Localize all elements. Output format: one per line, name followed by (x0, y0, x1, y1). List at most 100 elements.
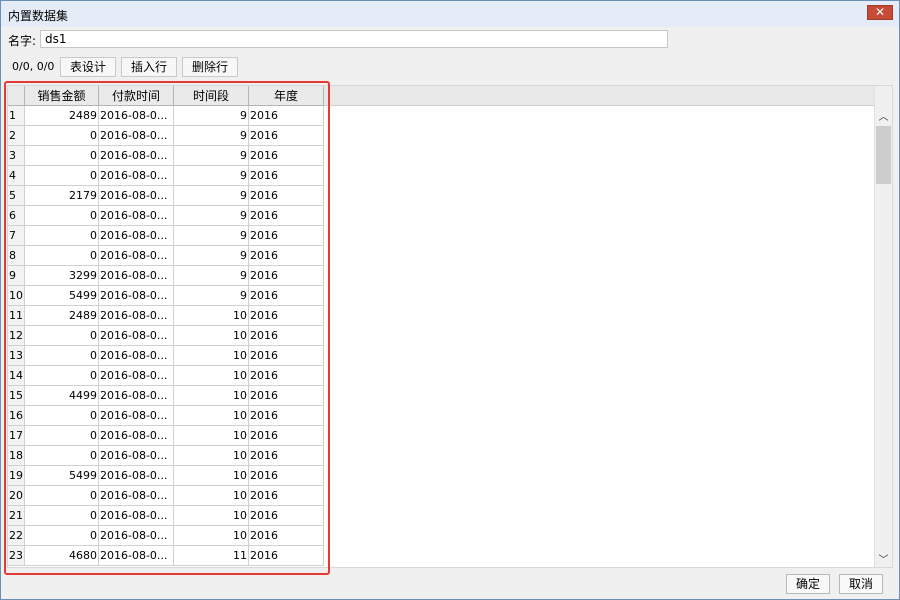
cell-year[interactable]: 2016 (248, 205, 324, 226)
table-row[interactable]: 2 0 2016-08-0... 9 2016 (8, 125, 324, 146)
cell-time-period[interactable]: 10 (173, 465, 249, 486)
table-row[interactable]: 6 0 2016-08-0... 9 2016 (8, 205, 324, 226)
cell-year[interactable]: 2016 (248, 425, 324, 446)
confirm-button[interactable]: 确定 (786, 574, 830, 594)
cell-year[interactable]: 2016 (248, 385, 324, 406)
cell-time-period[interactable]: 10 (173, 305, 249, 326)
cell-time-period[interactable]: 9 (173, 165, 249, 186)
table-row[interactable]: 7 0 2016-08-0... 9 2016 (8, 225, 324, 246)
cell-year[interactable]: 2016 (248, 405, 324, 426)
cell-payment-time[interactable]: 2016-08-0... (98, 305, 174, 326)
cell-year[interactable]: 2016 (248, 285, 324, 306)
cell-sales-amount[interactable]: 0 (24, 165, 99, 186)
data-grid[interactable]: 销售金额 付款时间 时间段 年度 1 2489 2016-08-0... 9 2016 2… (7, 85, 893, 568)
cell-payment-time[interactable]: 2016-08-0... (98, 525, 174, 546)
cell-sales-amount[interactable]: 0 (24, 145, 99, 166)
table-row[interactable]: 13 0 2016-08-0... 10 2016 (8, 345, 324, 366)
table-row[interactable]: 12 0 2016-08-0... 10 2016 (8, 325, 324, 346)
table-row[interactable]: 1 2489 2016-08-0... 9 2016 (8, 105, 324, 126)
column-header-payment-time[interactable]: 付款时间 (98, 86, 174, 106)
table-row[interactable]: 14 0 2016-08-0... 10 2016 (8, 365, 324, 386)
table-row[interactable]: 10 5499 2016-08-0... 9 2016 (8, 285, 324, 306)
cell-time-period[interactable]: 9 (173, 265, 249, 286)
cell-sales-amount[interactable]: 3299 (24, 265, 99, 286)
cell-year[interactable]: 2016 (248, 145, 324, 166)
cell-payment-time[interactable]: 2016-08-0... (98, 265, 174, 286)
vertical-scrollbar[interactable]: ︿ ﹀ (874, 86, 892, 567)
table-row[interactable]: 20 0 2016-08-0... 10 2016 (8, 485, 324, 506)
name-input[interactable] (40, 30, 668, 48)
scroll-up-icon[interactable]: ︿ (875, 108, 892, 123)
cell-payment-time[interactable]: 2016-08-0... (98, 425, 174, 446)
cell-payment-time[interactable]: 2016-08-0... (98, 385, 174, 406)
cell-year[interactable]: 2016 (248, 245, 324, 266)
table-row[interactable]: 5 2179 2016-08-0... 9 2016 (8, 185, 324, 206)
insert-row-button[interactable]: 插入行 (121, 57, 177, 77)
cell-sales-amount[interactable]: 2489 (24, 305, 99, 326)
scroll-down-icon[interactable]: ﹀ (875, 551, 892, 566)
cell-time-period[interactable]: 10 (173, 385, 249, 406)
cell-year[interactable]: 2016 (248, 225, 324, 246)
table-design-button[interactable]: 表设计 (60, 57, 116, 77)
cell-year[interactable]: 2016 (248, 525, 324, 546)
cell-sales-amount[interactable]: 0 (24, 425, 99, 446)
cell-sales-amount[interactable]: 4499 (24, 385, 99, 406)
cell-payment-time[interactable]: 2016-08-0... (98, 465, 174, 486)
cell-year[interactable]: 2016 (248, 305, 324, 326)
cell-time-period[interactable]: 9 (173, 125, 249, 146)
cell-sales-amount[interactable]: 0 (24, 445, 99, 466)
cell-time-period[interactable]: 10 (173, 425, 249, 446)
cell-payment-time[interactable]: 2016-08-0... (98, 105, 174, 126)
cell-sales-amount[interactable]: 0 (24, 125, 99, 146)
table-row[interactable]: 9 3299 2016-08-0... 9 2016 (8, 265, 324, 286)
cell-payment-time[interactable]: 2016-08-0... (98, 445, 174, 466)
table-row[interactable]: 21 0 2016-08-0... 10 2016 (8, 505, 324, 526)
cell-year[interactable]: 2016 (248, 545, 324, 566)
cell-time-period[interactable]: 10 (173, 345, 249, 366)
cell-year[interactable]: 2016 (248, 345, 324, 366)
scroll-thumb[interactable] (876, 126, 891, 184)
cell-time-period[interactable]: 9 (173, 185, 249, 206)
cell-year[interactable]: 2016 (248, 265, 324, 286)
cell-payment-time[interactable]: 2016-08-0... (98, 285, 174, 306)
cell-year[interactable]: 2016 (248, 485, 324, 506)
cell-sales-amount[interactable]: 0 (24, 205, 99, 226)
cell-payment-time[interactable]: 2016-08-0... (98, 245, 174, 266)
cell-time-period[interactable]: 11 (173, 545, 249, 566)
table-row[interactable]: 22 0 2016-08-0... 10 2016 (8, 525, 324, 546)
cell-sales-amount[interactable]: 0 (24, 485, 99, 506)
cell-sales-amount[interactable]: 0 (24, 325, 99, 346)
cancel-button[interactable]: 取消 (839, 574, 883, 594)
cell-payment-time[interactable]: 2016-08-0... (98, 205, 174, 226)
cell-time-period[interactable]: 9 (173, 205, 249, 226)
table-row[interactable]: 17 0 2016-08-0... 10 2016 (8, 425, 324, 446)
cell-time-period[interactable]: 10 (173, 525, 249, 546)
cell-year[interactable]: 2016 (248, 105, 324, 126)
close-button[interactable]: ✕ (867, 5, 893, 20)
cell-payment-time[interactable]: 2016-08-0... (98, 165, 174, 186)
cell-payment-time[interactable]: 2016-08-0... (98, 225, 174, 246)
cell-payment-time[interactable]: 2016-08-0... (98, 505, 174, 526)
cell-payment-time[interactable]: 2016-08-0... (98, 405, 174, 426)
cell-time-period[interactable]: 10 (173, 445, 249, 466)
cell-year[interactable]: 2016 (248, 505, 324, 526)
cell-sales-amount[interactable]: 0 (24, 405, 99, 426)
cell-year[interactable]: 2016 (248, 325, 324, 346)
cell-year[interactable]: 2016 (248, 465, 324, 486)
cell-payment-time[interactable]: 2016-08-0... (98, 365, 174, 386)
column-header-time-period[interactable]: 时间段 (173, 86, 249, 106)
cell-time-period[interactable]: 10 (173, 485, 249, 506)
cell-time-period[interactable]: 9 (173, 225, 249, 246)
cell-time-period[interactable]: 10 (173, 325, 249, 346)
column-header-sales-amount[interactable]: 销售金额 (24, 86, 99, 106)
cell-year[interactable]: 2016 (248, 445, 324, 466)
cell-sales-amount[interactable]: 0 (24, 245, 99, 266)
cell-sales-amount[interactable]: 0 (24, 345, 99, 366)
cell-time-period[interactable]: 10 (173, 505, 249, 526)
table-row[interactable]: 16 0 2016-08-0... 10 2016 (8, 405, 324, 426)
cell-time-period[interactable]: 10 (173, 365, 249, 386)
table-row[interactable]: 4 0 2016-08-0... 9 2016 (8, 165, 324, 186)
cell-sales-amount[interactable]: 2489 (24, 105, 99, 126)
table-row[interactable]: 18 0 2016-08-0... 10 2016 (8, 445, 324, 466)
cell-payment-time[interactable]: 2016-08-0... (98, 325, 174, 346)
